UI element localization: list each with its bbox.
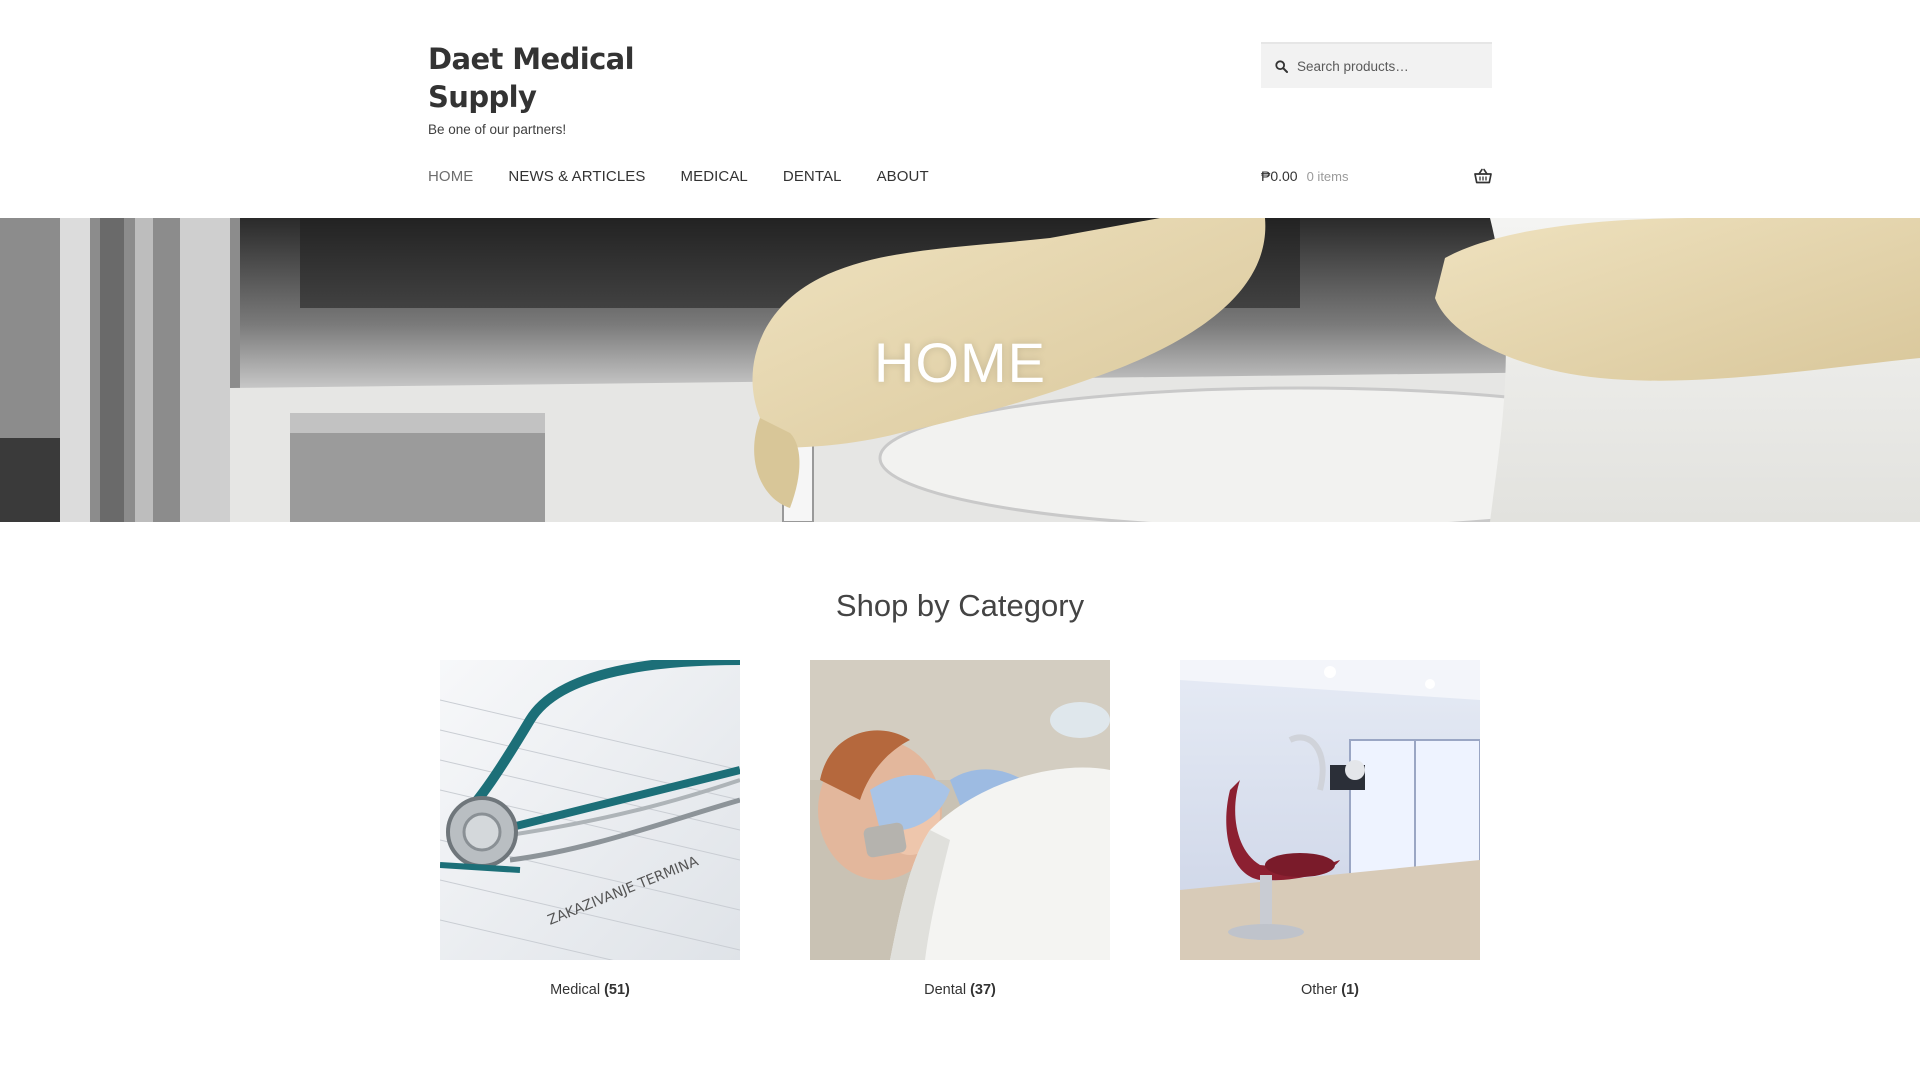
- hero-title: HOME: [874, 331, 1046, 394]
- hero-banner: HOME: [0, 218, 1920, 522]
- category-card-dental[interactable]: Dental (37): [810, 660, 1110, 998]
- nav-item-about[interactable]: ABOUT: [877, 168, 929, 185]
- category-image-dental[interactable]: [810, 660, 1110, 960]
- site-header: Daet Medical Supply Be one of our partne…: [0, 0, 1920, 218]
- category-count: (37): [970, 982, 996, 998]
- nav-item-dental[interactable]: DENTAL: [783, 168, 842, 185]
- category-name[interactable]: Medical: [550, 982, 600, 998]
- category-name[interactable]: Other: [1301, 982, 1337, 998]
- category-image-medical[interactable]: ZAKAZIVANJE TERMINA: [440, 660, 740, 960]
- category-count: (51): [604, 982, 630, 998]
- site-title[interactable]: Daet Medical Supply: [428, 40, 688, 116]
- category-label-medical[interactable]: Medical (51): [440, 982, 740, 998]
- primary-navigation: HOME NEWS & ARTICLES MEDICAL DENTAL ABOU…: [428, 168, 964, 185]
- category-card-medical[interactable]: ZAKAZIVANJE TERMINA Medical (51): [440, 660, 740, 998]
- search-input[interactable]: [1297, 58, 1477, 74]
- nav-item-news-articles[interactable]: NEWS & ARTICLES: [508, 168, 645, 185]
- product-search[interactable]: [1261, 42, 1492, 88]
- site-branding: Daet Medical Supply Be one of our partne…: [428, 40, 688, 137]
- nav-item-medical[interactable]: MEDICAL: [681, 168, 748, 185]
- category-card-other[interactable]: Other (1): [1180, 660, 1480, 998]
- category-label-other[interactable]: Other (1): [1180, 982, 1480, 998]
- category-name[interactable]: Dental: [924, 982, 966, 998]
- search-icon: [1275, 59, 1288, 73]
- cart-amount[interactable]: ₱0.00: [1261, 168, 1298, 184]
- site-tagline: Be one of our partners!: [428, 122, 567, 137]
- category-label-dental[interactable]: Dental (37): [810, 982, 1110, 998]
- category-count: (1): [1341, 982, 1360, 998]
- cart-item-count[interactable]: 0 items: [1307, 169, 1349, 184]
- basket-icon[interactable]: [1474, 168, 1492, 184]
- category-image-other[interactable]: [1180, 660, 1480, 960]
- nav-item-home[interactable]: HOME: [428, 168, 473, 185]
- header-cart[interactable]: ₱0.00 0 items: [1261, 168, 1492, 184]
- shop-by-category-heading: Shop by Category: [835, 588, 1085, 623]
